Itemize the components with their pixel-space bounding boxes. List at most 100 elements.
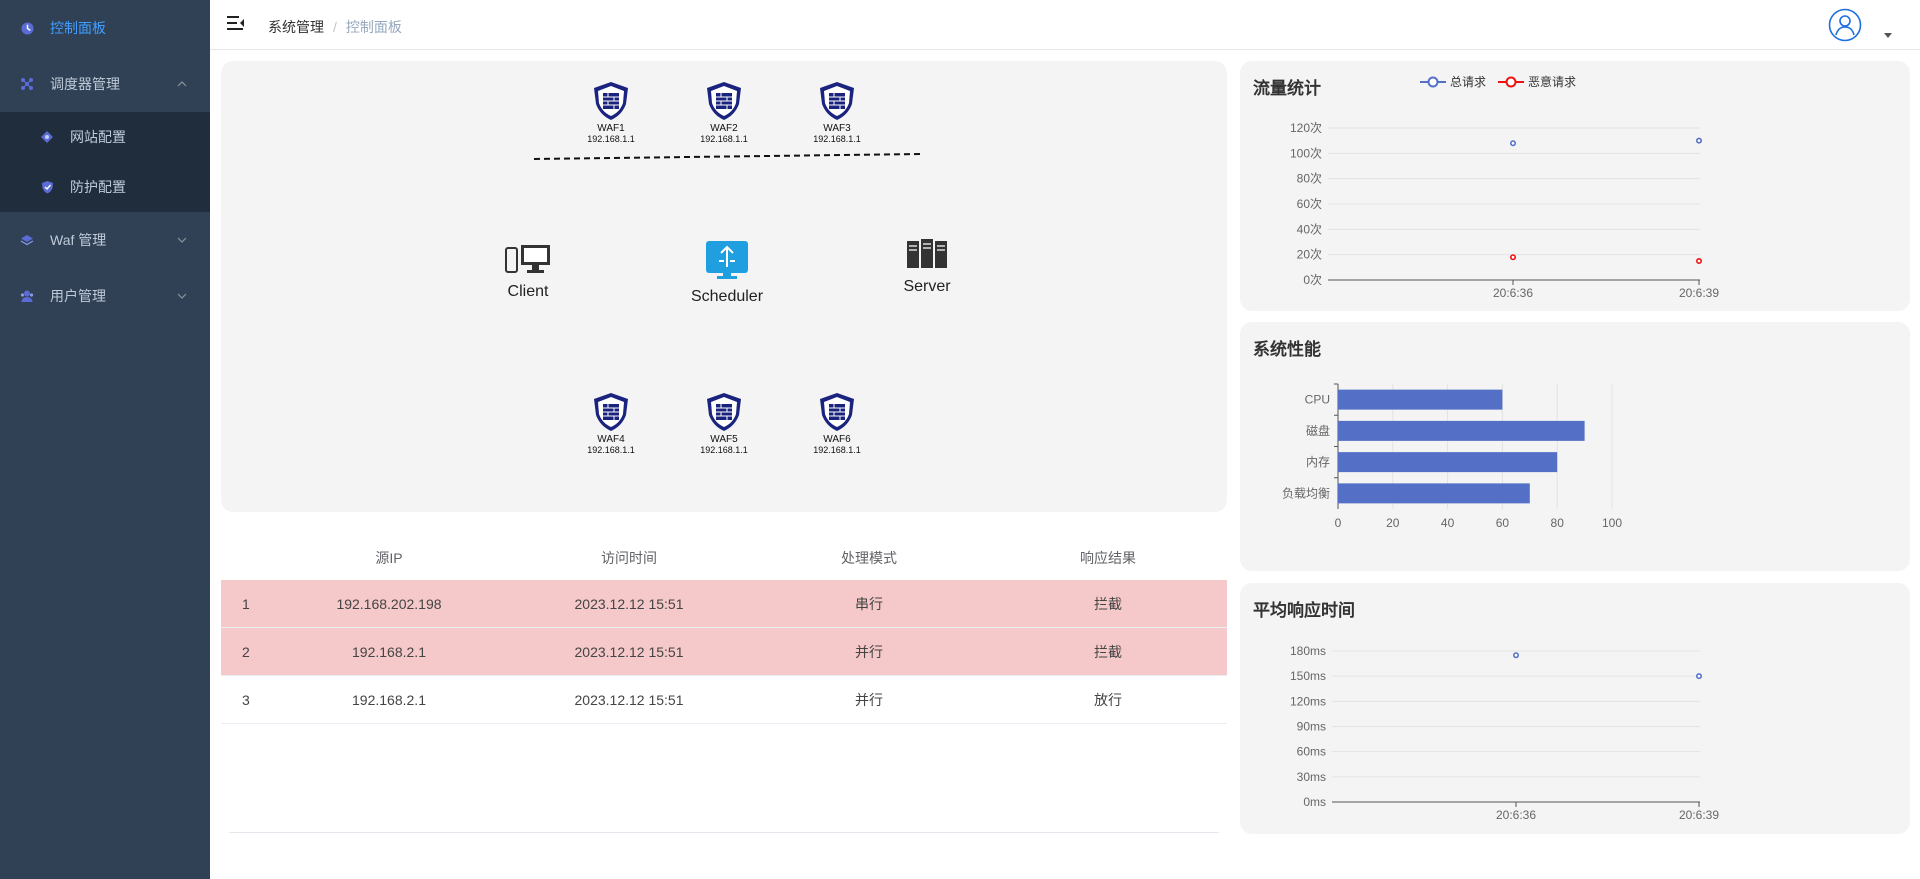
chevron-down-icon: [177, 293, 187, 299]
client-label: Client: [507, 283, 549, 300]
avg-response-card: 0ms 30ms 60ms 90ms 120ms 150ms 180ms 20:6:36 20:…: [1240, 583, 1910, 834]
client-node[interactable]: Client: [493, 244, 563, 301]
bar: [1338, 483, 1530, 504]
y-tick-label: 80次: [1297, 172, 1322, 186]
table-row[interactable]: 1 192.168.202.198 2023.12.12 15:51 串行 拦截: [221, 580, 1227, 628]
waf-node[interactable]: WAF6 192.168.1.1: [802, 392, 872, 456]
legend-line-marker-icon: [1420, 76, 1446, 87]
y-tick-label: 30ms: [1297, 770, 1326, 784]
scheduler-submenu: 网站配置 防护配置: [0, 112, 210, 212]
y-tick-label: 内存: [1306, 455, 1330, 469]
hamburger-icon[interactable]: [227, 14, 245, 32]
sidebar-item-label: 控制面板: [50, 20, 106, 36]
bar: [1338, 452, 1558, 473]
x-tick-label: 20:6:36: [1496, 808, 1536, 822]
waf-node[interactable]: WAF1 192.168.1.1: [576, 81, 646, 145]
performance-bar-chart: 0 20 40 60 80 100 CPU 磁盘内存负载均衡: [1282, 383, 1622, 530]
waf-node[interactable]: WAF4 192.168.1.1: [576, 392, 646, 456]
data-point-series-0: [1509, 140, 1516, 147]
waf-link-dashed-line: [533, 153, 922, 160]
sidebar-item-website-config[interactable]: 网站配置: [0, 112, 210, 162]
cell-source-ip: 192.168.2.1: [352, 643, 426, 660]
shield-icon: [40, 180, 54, 194]
y-tick-label: CPU: [1305, 393, 1330, 407]
firewall-shield-icon: [820, 393, 854, 431]
bar: [1338, 389, 1503, 410]
chart-title: 平均响应时间: [1253, 601, 1355, 620]
table-row[interactable]: 3 192.168.2.1 2023.12.12 15:51 并行 放行: [221, 676, 1227, 724]
column-header: 源IP: [375, 549, 403, 566]
waf-node[interactable]: WAF2 192.168.1.1: [689, 81, 759, 145]
website-icon: [40, 130, 54, 144]
waf-ip: 192.168.1.1: [813, 134, 861, 144]
layers-icon: [20, 233, 34, 247]
row-index: 2: [242, 643, 250, 660]
y-tick-label: 负载均衡: [1282, 486, 1330, 500]
x-tick-label: 80: [1551, 516, 1565, 530]
breadcrumb: 系统管理 / 控制面板: [268, 17, 402, 37]
waf-name: WAF6: [823, 434, 851, 445]
waf-name: WAF5: [710, 434, 738, 445]
waf-ip: 192.168.1.1: [700, 134, 748, 144]
column-header: 访问时间: [601, 549, 657, 566]
cell-mode: 并行: [855, 691, 883, 708]
column-header: 响应结果: [1080, 549, 1136, 566]
sidebar-item-label: Waf 管理: [50, 232, 107, 248]
x-tick-label: 60: [1496, 516, 1510, 530]
x-tick-label: 100: [1602, 516, 1622, 530]
system-performance-card: 0 20 40 60 80 100 CPU 磁盘 内存 负载均衡 系统性能: [1240, 322, 1910, 571]
y-tick-label: 120次: [1290, 121, 1322, 135]
firewall-shield-icon: [820, 82, 854, 120]
sidebar-item-waf[interactable]: Waf 管理: [0, 212, 210, 268]
scheduler-label: Scheduler: [690, 288, 764, 305]
chevron-up-icon: [177, 81, 187, 87]
chart-title: 系统性能: [1253, 340, 1321, 359]
y-tick-label: 0次: [1303, 273, 1322, 287]
data-point-series-1: [1695, 258, 1702, 265]
top-navbar: 系统管理 / 控制面板: [210, 0, 1920, 50]
cell-result: 拦截: [1094, 595, 1122, 612]
cell-mode: 串行: [855, 595, 883, 612]
y-tick-label: 40次: [1297, 222, 1322, 236]
legend-line-marker-icon: [1498, 76, 1524, 87]
server-rack-icon: [907, 239, 947, 268]
legend-item[interactable]: 总请求: [1420, 73, 1486, 90]
sidebar-item-scheduler[interactable]: 调度器管理: [0, 56, 210, 112]
topology-panel: WAF1 192.168.1.1 WAF2 192.168.1.1 WAF3 1…: [221, 61, 1227, 512]
avatar[interactable]: [1828, 8, 1862, 42]
caret-down-icon[interactable]: [1884, 33, 1892, 38]
waf-ip: 192.168.1.1: [813, 445, 861, 455]
x-tick-label: 20:6:39: [1679, 286, 1719, 300]
traffic-stats-card: 0次 20次 40次 60次 80次 100次 120次 20:6:36 20:6:39 流量统…: [1240, 61, 1910, 311]
sidebar-item-users[interactable]: 用户管理: [0, 268, 210, 324]
waf-name: WAF3: [823, 123, 851, 134]
y-tick-label: 90ms: [1297, 720, 1326, 734]
server-node[interactable]: Server: [892, 239, 962, 296]
scheduler-node[interactable]: Scheduler: [685, 241, 769, 306]
sidebar-item-protection-config[interactable]: 防护配置: [0, 162, 210, 212]
legend-label: 总请求: [1450, 75, 1487, 89]
table-header: 源IP 访问时间 处理模式 响应结果: [221, 535, 1227, 580]
sidebar-item-label: 防护配置: [70, 179, 126, 195]
firewall-shield-icon: [707, 393, 741, 431]
breadcrumb-separator: /: [333, 19, 337, 35]
firewall-shield-icon: [594, 82, 628, 120]
firewall-shield-icon: [594, 393, 628, 431]
waf-node[interactable]: WAF3 192.168.1.1: [802, 81, 872, 145]
legend-item[interactable]: 恶意请求: [1498, 73, 1576, 90]
sidebar-item-label: 网站配置: [70, 129, 126, 145]
y-tick-label: 60ms: [1297, 745, 1326, 759]
y-tick-label: 磁盘: [1306, 423, 1330, 438]
waf-node[interactable]: WAF5 192.168.1.1: [689, 392, 759, 456]
y-tick-label: 60次: [1297, 197, 1322, 211]
sidebar-item-dashboard[interactable]: 控制面板: [0, 0, 210, 56]
waf-ip: 192.168.1.1: [587, 445, 635, 455]
table-row[interactable]: 2 192.168.2.1 2023.12.12 15:51 并行 拦截: [221, 628, 1227, 676]
cell-mode: 并行: [855, 643, 883, 660]
breadcrumb-item[interactable]: 系统管理: [268, 19, 324, 35]
cell-result: 拦截: [1094, 643, 1122, 660]
waf-name: WAF4: [597, 434, 625, 445]
scheduler-icon: [706, 241, 748, 279]
chart-title: 流量统计: [1253, 79, 1321, 98]
y-tick-label: 0ms: [1303, 795, 1326, 809]
